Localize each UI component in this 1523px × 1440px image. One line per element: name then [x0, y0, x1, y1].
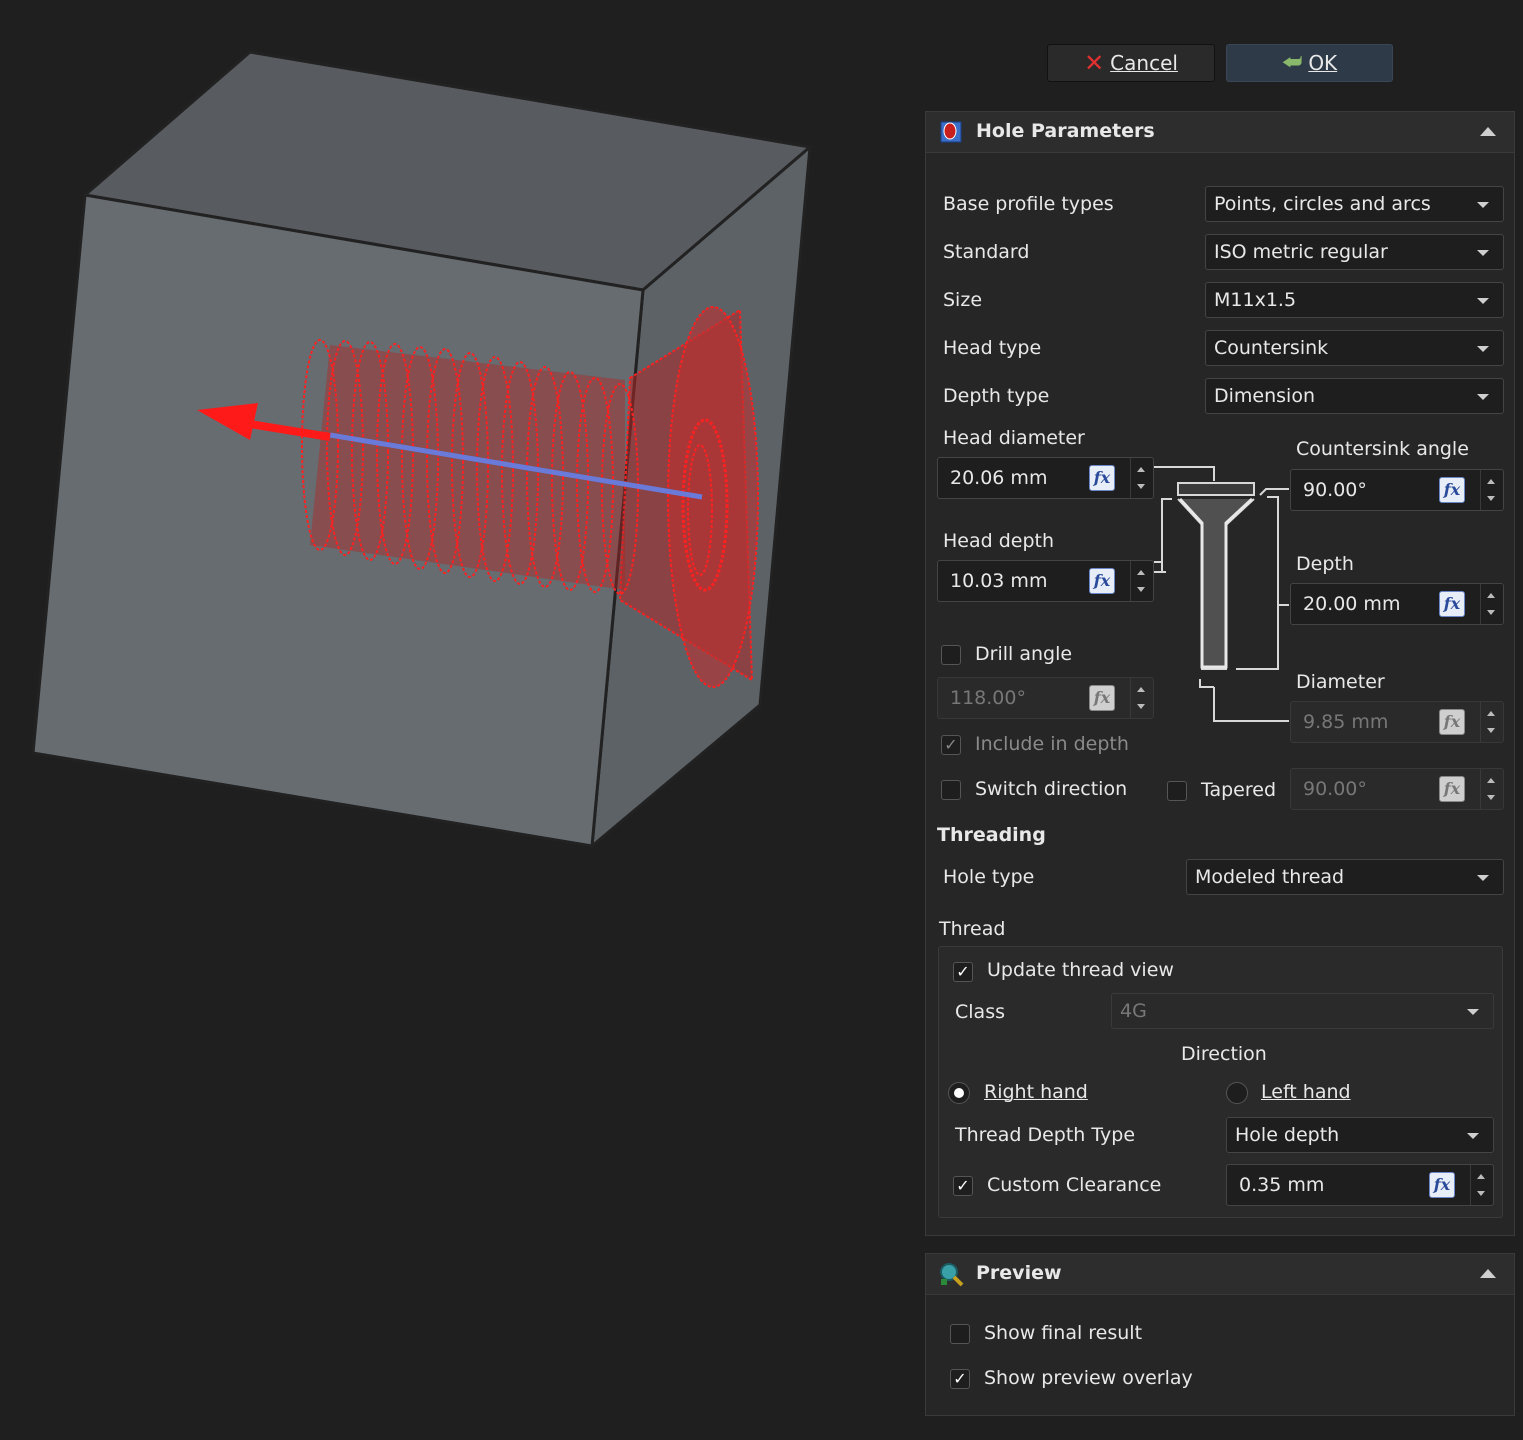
fx-icon[interactable]: fx — [1439, 477, 1465, 503]
hole-feature-icon — [940, 121, 962, 143]
panel-title: Hole Parameters — [976, 120, 1155, 142]
base-profile-types-combo[interactable]: Points, circles and arcs — [1205, 186, 1504, 222]
countersink-angle-input[interactable]: 90.00° fx — [1290, 469, 1504, 511]
preview-panel: Preview Show final result ✓ Show preview… — [925, 1253, 1515, 1416]
countersink-angle-label: Countersink angle — [1296, 438, 1469, 460]
countersink-diagram — [1154, 466, 1289, 722]
ok-button[interactable]: ⮨ OK — [1226, 44, 1393, 82]
custom-clearance-input[interactable]: 0.35 mm fx — [1226, 1164, 1494, 1206]
switch-direction-checkbox[interactable] — [941, 780, 961, 800]
chevron-down-icon — [1477, 875, 1489, 881]
size-label: Size — [943, 289, 983, 311]
depth-type-label: Depth type — [943, 385, 1050, 407]
show-preview-overlay-label: Show preview overlay — [984, 1367, 1193, 1389]
tapered-label: Tapered — [1201, 779, 1276, 801]
fx-icon[interactable]: fx — [1089, 685, 1115, 711]
diameter-label: Diameter — [1296, 671, 1385, 693]
head-depth-label: Head depth — [943, 530, 1055, 552]
standard-label: Standard — [943, 241, 1030, 263]
chevron-down-icon — [1477, 394, 1489, 400]
show-final-result-checkbox[interactable] — [950, 1324, 970, 1344]
fx-icon[interactable]: fx — [1439, 709, 1465, 735]
left-hand-radio[interactable] — [1226, 1082, 1248, 1104]
update-thread-view-label: Update thread view — [987, 959, 1174, 981]
cancel-button[interactable]: ✕ Cancel — [1047, 44, 1215, 82]
diameter-input[interactable]: 9.85 mm fx — [1290, 701, 1504, 743]
drill-angle-input[interactable]: 118.00° fx — [937, 677, 1154, 719]
depth-input[interactable]: 20.00 mm fx — [1290, 583, 1504, 625]
base-profile-types-label: Base profile types — [943, 193, 1114, 215]
class-label: Class — [955, 1001, 1005, 1023]
preview-icon — [940, 1263, 964, 1287]
fx-icon[interactable]: fx — [1439, 776, 1465, 802]
custom-clearance-checkbox[interactable]: ✓ — [953, 1176, 973, 1196]
hole-type-combo[interactable]: Modeled thread — [1186, 859, 1504, 895]
standard-combo[interactable]: ISO metric regular — [1205, 234, 1504, 270]
depth-label: Depth — [1296, 553, 1354, 575]
chevron-down-icon — [1477, 346, 1489, 352]
preview-title: Preview — [976, 1262, 1062, 1284]
spin-buttons[interactable] — [1130, 458, 1153, 498]
include-in-depth-label: Include in depth — [975, 733, 1129, 755]
fx-icon[interactable]: fx — [1089, 568, 1115, 594]
include-in-depth-checkbox[interactable]: ✓ — [941, 735, 961, 755]
class-combo[interactable]: 4G — [1111, 993, 1494, 1029]
tapered-angle-input[interactable]: 90.00° fx — [1290, 768, 1504, 810]
head-diameter-input[interactable]: 20.06 mm fx — [937, 457, 1154, 499]
head-type-label: Head type — [943, 337, 1042, 359]
hole-type-label: Hole type — [943, 866, 1035, 888]
thread-depth-type-label: Thread Depth Type — [955, 1124, 1136, 1146]
threading-section-title: Threading — [937, 824, 1046, 846]
spin-buttons[interactable] — [1470, 1165, 1493, 1205]
chevron-down-icon — [1477, 250, 1489, 256]
preview-header[interactable]: Preview — [926, 1254, 1514, 1295]
spin-buttons[interactable] — [1480, 584, 1503, 624]
hole-parameters-header[interactable]: Hole Parameters — [926, 112, 1514, 153]
spin-buttons[interactable] — [1130, 561, 1153, 601]
green-arrow-icon: ⮨ — [1281, 50, 1303, 75]
show-final-result-label: Show final result — [984, 1322, 1143, 1344]
fx-icon[interactable]: fx — [1089, 465, 1115, 491]
drill-angle-label: Drill angle — [975, 643, 1073, 665]
drill-angle-checkbox[interactable] — [941, 645, 961, 665]
switch-direction-label: Switch direction — [975, 778, 1128, 800]
spin-buttons[interactable] — [1480, 702, 1503, 742]
chevron-down-icon — [1467, 1133, 1479, 1139]
left-hand-label: Left hand — [1261, 1081, 1351, 1103]
tapered-checkbox[interactable] — [1167, 781, 1187, 801]
direction-label: Direction — [1181, 1043, 1267, 1065]
collapse-icon[interactable] — [1480, 127, 1496, 136]
fx-icon[interactable]: fx — [1439, 591, 1465, 617]
head-diameter-label: Head diameter — [943, 427, 1085, 449]
update-thread-view-checkbox[interactable]: ✓ — [953, 962, 973, 982]
size-combo[interactable]: M11x1.5 — [1205, 282, 1504, 318]
collapse-icon[interactable] — [1480, 1269, 1496, 1278]
thread-depth-type-combo[interactable]: Hole depth — [1226, 1117, 1494, 1153]
thread-group: ✓ Update thread view Class 4G Direction … — [938, 946, 1503, 1218]
fx-icon[interactable]: fx — [1429, 1172, 1455, 1198]
spin-buttons[interactable] — [1480, 470, 1503, 510]
head-type-combo[interactable]: Countersink — [1205, 330, 1504, 366]
spin-buttons[interactable] — [1480, 769, 1503, 809]
thread-group-label: Thread — [939, 918, 1006, 940]
custom-clearance-label: Custom Clearance — [987, 1174, 1162, 1196]
hole-parameters-panel: Hole Parameters Base profile types Point… — [925, 111, 1515, 1236]
show-preview-overlay-checkbox[interactable]: ✓ — [950, 1369, 970, 1389]
depth-type-combo[interactable]: Dimension — [1205, 378, 1504, 414]
chevron-down-icon — [1477, 202, 1489, 208]
right-hand-radio[interactable] — [948, 1082, 970, 1104]
spin-buttons[interactable] — [1130, 678, 1153, 718]
right-hand-label: Right hand — [984, 1081, 1088, 1103]
chevron-down-icon — [1467, 1009, 1479, 1015]
3d-viewport[interactable] — [0, 0, 920, 1440]
red-x-icon: ✕ — [1084, 49, 1105, 77]
head-depth-input[interactable]: 10.03 mm fx — [937, 560, 1154, 602]
chevron-down-icon — [1477, 298, 1489, 304]
